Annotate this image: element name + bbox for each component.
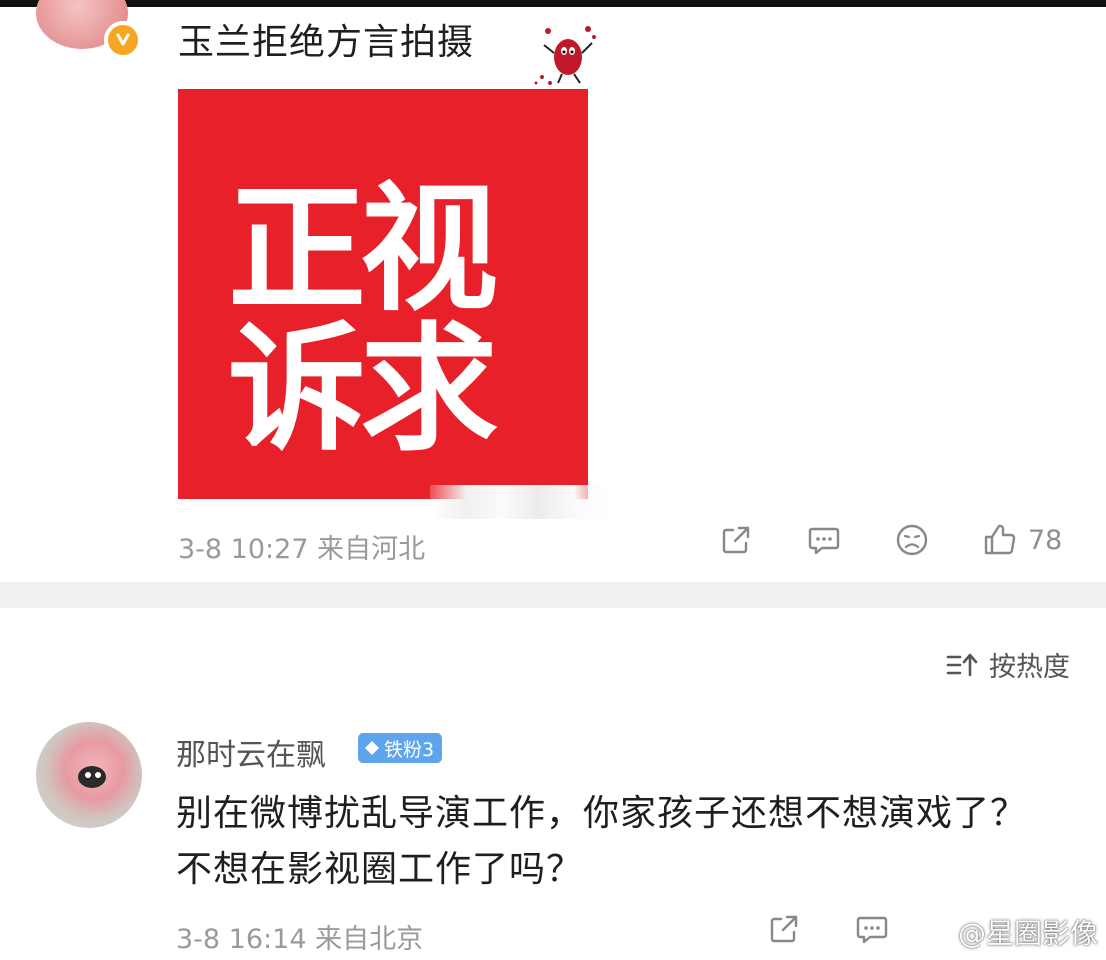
post-image[interactable]: 正视 诉求 [178,89,588,499]
watermark: @星圈影像 [908,912,1098,952]
weibo-logo-icon [909,918,950,949]
commenter-username[interactable]: 那时云在飘 [176,730,326,774]
share-icon [722,526,750,554]
watermark-text: @星圈影像 [957,917,1098,950]
post-location: 来自河北 [317,534,426,565]
blurred-image-watermark [430,485,610,519]
fan-level-badge[interactable]: 铁粉3 [358,733,443,763]
sort-by-hot-button[interactable]: 按热度 [945,645,1070,684]
weibo-post: 玉兰拒绝方言拍摄 正视 诉求 3-8 10:27 来自河北 78 [0,0,1106,582]
top-edge-bar [0,0,1106,7]
comment-icon [856,916,888,944]
avatar-eye [85,772,91,778]
sort-label: 按热度 [989,652,1070,683]
comment-meta: 3-8 16:14 来自北京 [176,917,423,956]
comment-button[interactable] [806,522,842,558]
post-meta: 3-8 10:27 来自河北 [178,527,425,566]
avatar-sheep-head [78,766,106,788]
post-text: 玉兰拒绝方言拍摄 [178,22,475,63]
thumbs-up-icon [984,524,1016,555]
comment-reply-button[interactable] [854,911,890,947]
comment-icon [808,527,840,555]
avatar-eye [95,772,101,778]
verified-badge-icon [104,21,142,59]
image-text-line2: 诉求 [228,309,498,470]
comment-text: 别在微博扰乱导演工作，你家孩子还想不想演戏了？不想在影视圈工作了吗？ [176,793,1028,890]
diamond-icon [365,741,379,755]
comment-location: 来自北京 [315,924,424,955]
post-time: 3-8 10:27 [178,534,309,565]
commenter-avatar[interactable] [36,722,142,828]
fan-level-label: 铁粉3 [384,738,435,761]
share-button[interactable] [718,522,754,558]
sad-face-icon [896,524,928,556]
dislike-button[interactable] [894,522,930,558]
section-divider [0,582,1106,608]
share-icon [770,915,798,943]
comment-time: 3-8 16:14 [176,924,307,955]
sort-icon [946,653,978,676]
like-count: 78 [1028,524,1063,556]
like-button[interactable]: 78 [982,522,1062,558]
comment-share-button[interactable] [766,911,802,947]
image-text-line1: 正视 [228,169,498,330]
red-bean-sticker-icon [534,26,596,85]
